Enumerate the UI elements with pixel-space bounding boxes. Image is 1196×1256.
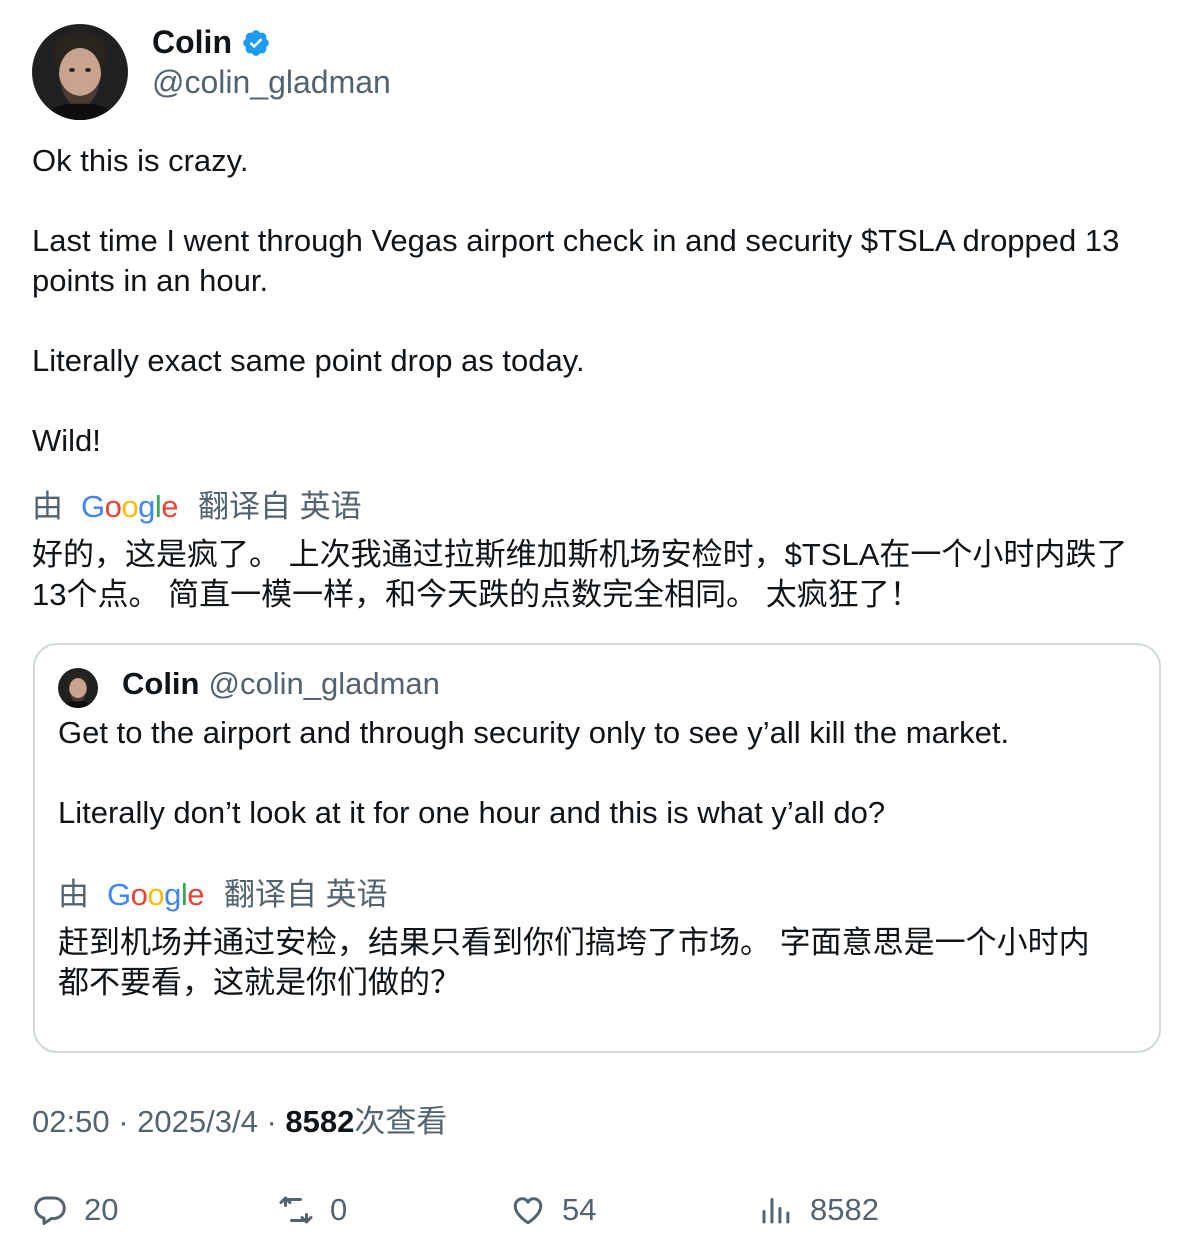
translated-prefix: 由 [32,489,63,524]
quoted-author[interactable]: Colin @colin_gladman [122,664,440,704]
verified-badge-icon [241,27,271,57]
author-name[interactable]: Colin [152,22,232,62]
google-logo-letter: o [121,489,139,524]
author-handle[interactable]: @colin_gladman [152,62,391,102]
quoted-paragraph: Get to the airport and through security … [58,715,1010,750]
tweet-date[interactable]: 2025/3/4 [137,1104,258,1139]
reply-button[interactable]: 20 [32,1190,118,1230]
reply-count: 20 [84,1192,119,1227]
meta-separator: · [118,1104,129,1139]
retweet-icon [279,1196,313,1224]
views-button[interactable]: 8582 [758,1190,879,1230]
tweet-paragraph: Last time I went through Vegas airport c… [32,223,1120,298]
google-logo-letter: g [138,489,155,524]
quoted-avatar[interactable] [58,668,98,708]
views-stat: 8582 [810,1192,879,1227]
google-logo-letter: o [130,877,148,912]
translation-line: 好的，这是疯了。 上次我通过拉斯维加斯机场安检时，$TSLA在一个小时内跌了 [32,537,1128,572]
reply-icon [34,1196,66,1225]
tweet-time[interactable]: 02:50 [32,1104,110,1139]
tweet-meta: 02:50 · 2025/3/4 · 8582次查看 [32,1102,447,1142]
retweet-button[interactable]: 0 [278,1190,347,1230]
quoted-author-name[interactable]: Colin [122,666,200,701]
tweet-paragraph: Literally exact same point drop as today… [32,343,585,378]
quoted-translation-line: 都不要看，这就是你们做的？ [58,965,461,1000]
tweet-text: Ok this is crazy. Last time I went throu… [32,141,1172,461]
views-label: 次查看 [354,1104,448,1139]
like-button[interactable]: 54 [510,1190,596,1230]
quoted-author-handle[interactable]: @colin_gladman [209,666,440,701]
google-logo-letter: e [187,877,205,912]
translated-by-label: 由 Google 翻译自 英语 [32,487,362,527]
tweet-paragraph: Ok this is crazy. [32,143,249,178]
like-count: 54 [562,1192,597,1227]
tweet-paragraph: Wild! [32,423,101,458]
views-count: 8582 [285,1104,355,1139]
quoted-paragraph: Literally don’t look at it for one hour … [58,795,886,830]
translation-line: 13个点。 简直一模一样，和今天跌的点数完全相同。 太疯狂了！ [32,577,921,612]
retweet-count: 0 [330,1192,348,1227]
translated-suffix: 翻译自 英语 [198,489,362,524]
avatar[interactable] [32,24,128,120]
heart-icon [513,1197,543,1225]
author-name-row[interactable]: Colin [152,22,271,62]
translated-suffix: 翻译自 英语 [224,877,388,912]
meta-separator: · [266,1104,277,1139]
google-logo: Google [81,487,179,527]
google-logo-letter: o [104,489,122,524]
quoted-tweet-text: Get to the airport and through security … [58,713,1148,833]
analytics-icon [762,1198,790,1224]
google-logo-letter: o [147,877,165,912]
google-logo-letter: g [164,877,181,912]
google-logo-letter: G [81,489,105,524]
google-logo: Google [107,875,205,915]
quoted-translation-line: 赶到机场并通过安检，结果只看到你们搞垮了市场。 字面意思是一个小时内 [58,925,1090,960]
google-logo-letter: G [107,877,131,912]
translated-prefix: 由 [58,877,89,912]
google-logo-letter: e [161,489,179,524]
quoted-translated-by-label: 由 Google 翻译自 英语 [58,875,388,915]
